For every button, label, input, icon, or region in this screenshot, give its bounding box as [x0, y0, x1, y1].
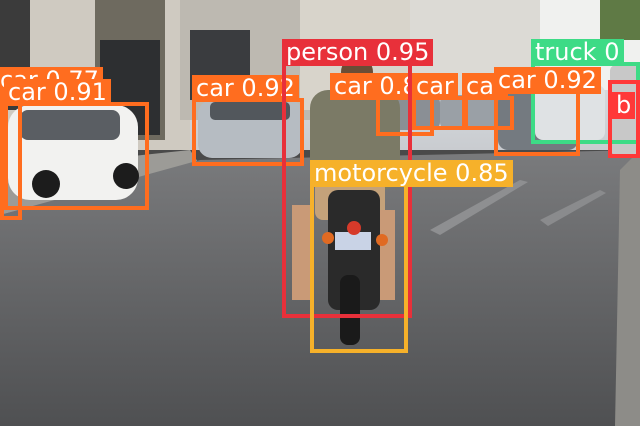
detection-score: 0.91 [53, 78, 107, 106]
detection-class: truck [535, 38, 597, 66]
detection-label-b-a: b [612, 91, 636, 119]
detection-moto-a: motorcycle 0.85 [310, 160, 513, 353]
detection-car-e: car [412, 73, 468, 130]
detection-scene: car 0.77 car 0.91 car 0.92 car 0.82 car … [0, 0, 640, 426]
detection-class: motorcycle [314, 159, 448, 187]
detection-label-moto-a: motorcycle 0.85 [310, 160, 513, 187]
detection-class: person [286, 38, 369, 66]
detection-class: car [8, 78, 46, 106]
detection-score: 0.85 [455, 159, 509, 187]
detection-label-car-b: car 0.91 [4, 79, 111, 106]
detection-car-b: car 0.91 [4, 79, 149, 210]
detection-b-a: b [608, 80, 640, 158]
detection-score: 0 [604, 38, 620, 66]
detection-label-truck-a: truck 0 [531, 39, 624, 66]
detection-class: car [416, 72, 454, 100]
detection-label-car-g: car 0.92 [494, 67, 601, 94]
detection-car-g: car 0.92 [494, 67, 601, 156]
detection-label-car-e: car [412, 73, 458, 100]
detection-class: car [196, 74, 234, 102]
detection-score: 0.95 [375, 38, 430, 66]
detection-label-person-a: person 0.95 [282, 38, 434, 66]
detection-class: b [616, 91, 632, 119]
detection-score: 0.92 [543, 66, 597, 94]
detection-class: car [498, 66, 536, 94]
